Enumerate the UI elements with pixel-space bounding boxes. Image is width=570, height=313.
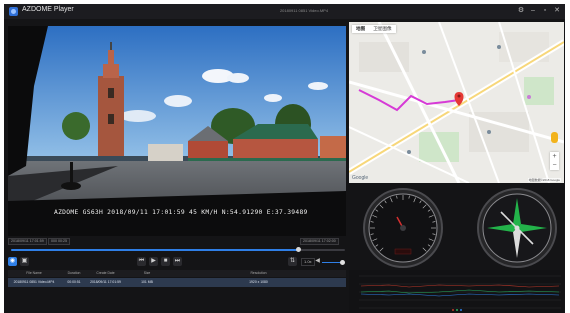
table-cell: 101 MB [141,280,153,284]
progress-fill [11,249,299,251]
restore-icon[interactable]: ▫ [541,6,549,16]
table-header: File Name Duration Create Date Size Resoluti… [8,270,346,277]
table-cell: 1920 x 1080 [249,280,268,284]
map-panel[interactable]: 地图 卫星图像 + − Google 地图数据©2018 Google [349,22,564,183]
zoom-control: + − [550,152,559,170]
segment-box: 000 00:25 [48,238,70,245]
table-cell: 20180911 0851 Video.MP4 [13,280,55,284]
play-icon[interactable]: ▶ [149,257,158,266]
volume-handle[interactable] [340,260,345,265]
street-view-pegman-icon[interactable] [551,132,558,143]
tab-satellite[interactable]: 卫星图像 [369,25,395,33]
end-time-box: 2018/09/11 17:02:00 [300,238,339,245]
video-frame [8,26,346,236]
speedometer-icon [363,188,443,268]
speed-stepper-icon[interactable]: ⇅ [288,257,297,266]
stop-icon[interactable]: ■ [161,257,170,266]
gauges [363,188,557,268]
map-attribution: 地图数据©2018 Google [527,178,561,182]
tab-map[interactable]: 地图 [352,25,369,33]
player-window: AZDOME Player 20180911 0851 Video.MP4 ⚙ … [4,4,565,313]
video-gps-overlay: AZDOME GS63H 2018/09/11 17:01:59 45 KM/H… [54,209,308,216]
title-bar: AZDOME Player 20180911 0851 Video.MP4 ⚙ … [4,4,565,19]
app-title: AZDOME Player [22,6,74,13]
current-time-box: 2018/09/11 17:01:59 [8,238,47,245]
compass-icon [477,188,557,268]
file-table: File Name Duration Create Date Size Resoluti… [8,270,346,287]
table-body: 20180911 0851 Video.MP4 00:00:51 2018/09/1… [8,278,346,287]
progress-bar[interactable] [11,247,345,252]
window-buttons: ⚙ – ▫ ✕ [517,6,561,16]
video-view[interactable]: AZDOME GS63H 2018/09/11 17:01:59 45 KM/H… [8,26,346,236]
playback-controls: ◉ ▣ ⏮ ▶ ■ ⏭ ⇅ 1.0x ◀ [4,256,349,268]
column-header[interactable]: Duration [60,270,88,277]
table-cell: 2018/09/11 17:01:59 [90,280,121,284]
close-icon[interactable]: ✕ [553,6,561,16]
zoom-out-button[interactable]: − [550,161,559,170]
table-cell: 00:00:51 [67,280,81,284]
column-header[interactable]: Resolution [171,270,346,277]
previous-icon[interactable]: ⏮ [137,257,146,266]
screenshot-icon[interactable]: ▣ [20,257,29,266]
map-toggle-icon[interactable]: ◉ [8,257,17,266]
google-logo: Google [352,175,369,181]
column-header[interactable]: Size [123,270,171,277]
map-type-tabs: 地图 卫星图像 [352,25,396,33]
progress-handle[interactable] [296,247,302,252]
column-header[interactable]: Create Date [88,270,123,277]
zoom-in-button[interactable]: + [550,152,559,161]
app-logo-icon [9,7,18,16]
gear-icon[interactable]: ⚙ [517,6,525,16]
instrument-panel [349,186,564,270]
map-canvas [349,22,564,183]
file-title: 20180911 0851 Video.MP4 [279,8,329,13]
column-header[interactable]: File Name [8,270,60,277]
volume-icon[interactable]: ◀ [313,257,322,266]
gsensor-graph [349,270,564,313]
gsensor-plot [359,275,561,311]
table-row[interactable]: 20180911 0851 Video.MP4 00:00:51 2018/09/1… [8,278,346,287]
next-icon[interactable]: ⏭ [173,257,182,266]
volume-slider[interactable] [322,262,342,263]
minimize-icon[interactable]: – [529,6,537,16]
